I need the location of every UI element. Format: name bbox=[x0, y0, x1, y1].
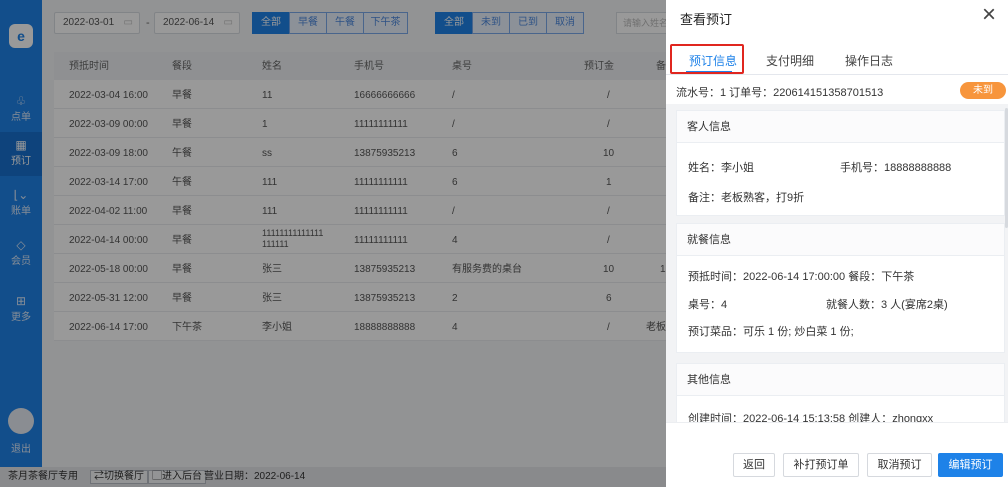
tab-payment-details[interactable]: 支付明细 bbox=[766, 52, 814, 69]
tab-divider bbox=[666, 74, 1008, 75]
close-icon[interactable]: × bbox=[982, 2, 996, 28]
arrival-time: 预抵时间：2022-06-14 17:00:00 餐段：下午茶 bbox=[688, 271, 915, 283]
detail-scroll-area[interactable]: 客人信息 姓名：李小姐 手机号：18888888888 备注：老板熟客，打9折 … bbox=[666, 104, 1008, 422]
table-number: 桌号：4 bbox=[688, 299, 728, 311]
guest-info-card: 客人信息 姓名：李小姐 手机号：18888888888 备注：老板熟客，打9折 bbox=[676, 110, 1005, 216]
cancel-reservation-button[interactable]: 取消预订 bbox=[867, 453, 932, 477]
guest-info-title: 客人信息 bbox=[677, 111, 1004, 143]
reserved-dishes: 预订菜品：可乐 1 份; 炒白菜 1 份; bbox=[688, 326, 854, 338]
guest-phone: 手机号：18888888888 bbox=[840, 162, 952, 174]
edit-reservation-button[interactable]: 编辑预订 bbox=[938, 453, 1003, 477]
other-info-title: 其他信息 bbox=[677, 364, 1004, 396]
tab-operation-log[interactable]: 操作日志 bbox=[845, 52, 893, 69]
dining-info-title: 就餐信息 bbox=[677, 224, 1004, 256]
other-info-card: 其他信息 创建时间：2022-06-14 15:13:58 创建人：zhongx… bbox=[676, 363, 1005, 422]
drawer-title: 查看预订 bbox=[680, 12, 733, 27]
guest-note: 备注：老板熟客，打9折 bbox=[688, 192, 805, 204]
status-badge: 未到 bbox=[960, 82, 1006, 99]
dining-info-card: 就餐信息 预抵时间：2022-06-14 17:00:00 餐段：下午茶 桌号：… bbox=[676, 223, 1005, 353]
guest-name: 姓名：李小姐 bbox=[688, 162, 754, 174]
reservation-detail-drawer: 查看预订 × 预订信息 支付明细 操作日志 流水号：1 订单号：22061415… bbox=[666, 0, 1008, 487]
serial-order-number: 流水号：1 订单号：220614151358701513 bbox=[676, 87, 884, 99]
created-info: 创建时间：2022-06-14 15:13:58 创建人：zhongxx bbox=[688, 413, 934, 422]
back-button[interactable]: 返回 bbox=[733, 453, 775, 477]
modal-overlay[interactable] bbox=[0, 0, 666, 487]
drawer-footer: 返回 补打预订单 取消预订 编辑预订 bbox=[666, 422, 1008, 487]
guest-count: 就餐人数：3 人(宴席2桌) bbox=[826, 299, 948, 311]
highlight-box bbox=[670, 44, 744, 74]
reprint-button[interactable]: 补打预订单 bbox=[783, 453, 859, 477]
